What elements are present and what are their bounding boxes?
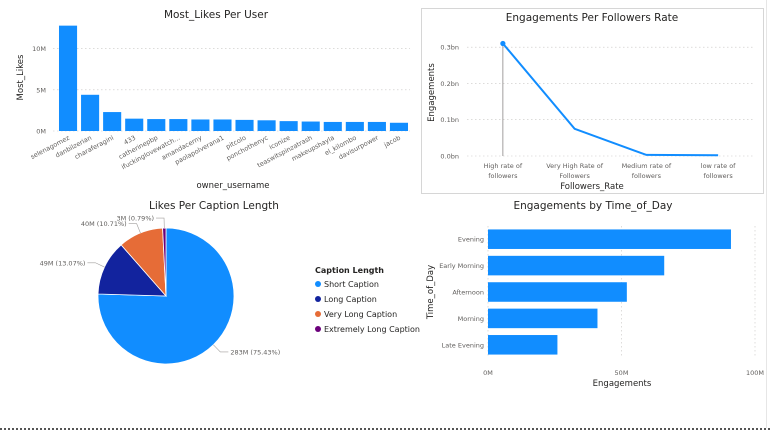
bar [367, 121, 386, 131]
data-point [500, 40, 506, 47]
timeofday-chart: Engagements by Time_of_Day 0M 50M 100M Time_… [426, 200, 764, 389]
legend-marker [315, 296, 321, 302]
chart-title: Most_Likes Per User [164, 9, 269, 21]
legend-title: Caption Length [315, 266, 384, 275]
bar [323, 121, 342, 131]
data-label: 283M (75.43%) [230, 348, 280, 356]
x-axis-title: Engagements [593, 379, 652, 389]
timeofday-chart-panel: Engagements by Time_of_Day 0M 50M 100M Time_… [421, 196, 766, 426]
x-tick-label: Very High Rate of [546, 162, 603, 170]
bar [81, 94, 100, 131]
chart-title: Likes Per Caption Length [149, 200, 279, 212]
y-tick-label: Evening [458, 236, 484, 244]
bar [235, 119, 254, 131]
y-tick-label: Morning [458, 315, 484, 323]
y-tick-label: 0M [36, 128, 46, 136]
legend-item: Long Caption [324, 295, 377, 304]
y-axis-title: Time_of_Day [426, 265, 436, 320]
bar [488, 335, 558, 355]
bar [488, 308, 598, 329]
bar [488, 282, 627, 302]
x-tick-label: followers [704, 172, 734, 180]
x-tick-label: 50M [615, 369, 629, 377]
x-tick-label: High rate of [484, 162, 523, 170]
y-tick-label: 10M [32, 45, 46, 53]
legend-marker [315, 311, 321, 317]
x-tick-label: Medium rate of [622, 162, 672, 170]
page-bottom-border [0, 428, 770, 430]
data-label: 3M (0.79%) [117, 215, 155, 223]
bar [488, 229, 731, 249]
legend-marker [315, 281, 321, 287]
bar [169, 119, 188, 131]
chart-title: Engagements by Time_of_Day [513, 200, 672, 212]
bar [213, 119, 232, 131]
bar [191, 119, 210, 131]
bar [147, 119, 166, 131]
bar [488, 255, 665, 276]
x-axis-title: Followers_Rate [560, 182, 624, 192]
y-tick-label: 5M [36, 86, 46, 94]
y-axis-title: Engagements [427, 63, 437, 122]
x-axis-title: owner_username [196, 181, 269, 191]
legend-item: Very Long Caption [324, 310, 397, 319]
bar [125, 118, 144, 131]
series-line [502, 42, 719, 157]
x-tick-label: Followers [559, 172, 590, 180]
data-label: 49M (13.07%) [40, 259, 86, 267]
y-tick-label: Late Evening [442, 341, 484, 349]
y-tick-label: 0.1bn [440, 116, 459, 124]
leader-line [128, 223, 141, 234]
x-tick-label: 0M [483, 369, 493, 377]
y-tick-label: 0.2bn [440, 80, 459, 88]
y-tick-label: 0.3bn [440, 44, 459, 52]
legend-item: Short Caption [324, 280, 379, 289]
caption-chart: Likes Per Caption Length 283M (75.43%) 49M… [40, 200, 420, 365]
caption-chart-panel: Likes Per Caption Length 283M (75.43%) 49M… [0, 196, 420, 426]
engagement-chart: Engagements Per Followers Rate 0.0bn 0.1bn… [427, 12, 754, 192]
bar [103, 112, 122, 131]
legend-item: Extremely Long Caption [324, 325, 420, 334]
x-tick-label: low rate of [701, 162, 736, 170]
leader-line [87, 262, 105, 268]
bar [345, 121, 364, 131]
y-tick-label: Early Morning [439, 262, 484, 270]
x-tick-label: jacob [382, 134, 402, 150]
x-tick-label: followers [632, 172, 662, 180]
bar [279, 121, 298, 131]
likes-chart: Most_Likes Per User0M5M10MMost_Likessele… [16, 9, 410, 191]
legend-marker [315, 326, 321, 332]
chart-title: Engagements Per Followers Rate [506, 12, 678, 24]
bar [389, 122, 409, 131]
bar [257, 120, 276, 131]
engagement-chart-panel: Engagements Per Followers Rate 0.0bn 0.1bn… [421, 8, 764, 194]
bar [58, 25, 78, 131]
leader-line [213, 344, 229, 353]
y-axis-title: Most_Likes [16, 54, 26, 100]
leader-line [156, 217, 165, 229]
x-tick-label: 100M [746, 369, 764, 377]
x-tick-label: followers [488, 172, 518, 180]
bar [301, 121, 320, 131]
y-tick-label: 0.0bn [440, 153, 459, 161]
canvas-right-border [766, 0, 767, 428]
y-tick-label: Afternoon [452, 289, 484, 297]
likes-chart-panel: Most_Likes Per User 0M 5M 10M Most_Likes sele… [0, 0, 420, 195]
